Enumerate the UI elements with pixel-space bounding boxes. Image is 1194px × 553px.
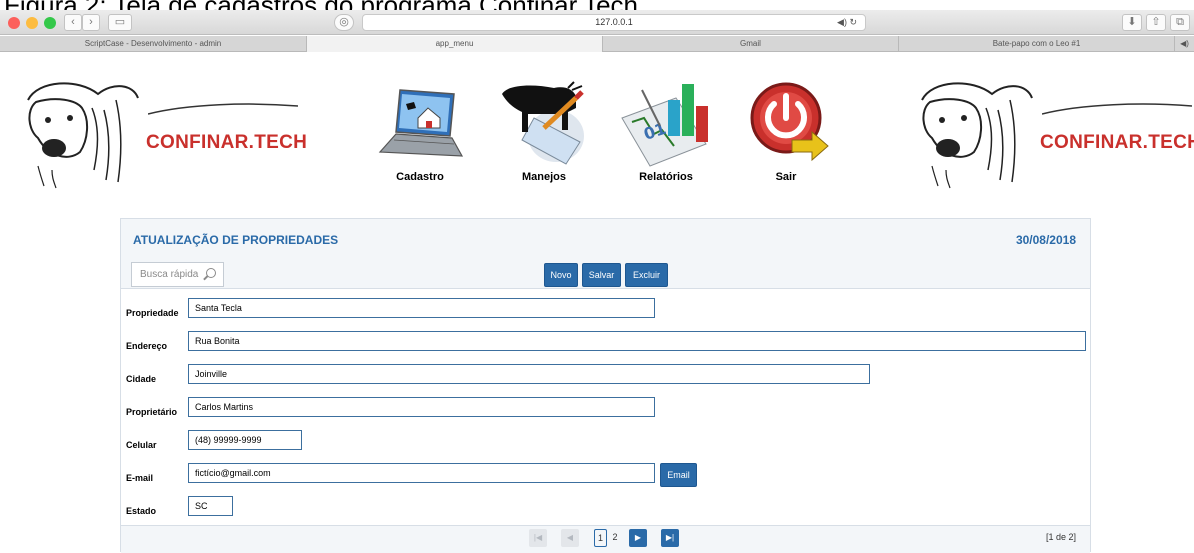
propriedade-field[interactable]: Santa Tecla [188,298,655,318]
share-icon[interactable]: ⇧ [1146,14,1166,31]
proprietario-field[interactable]: Carlos Martins [188,397,655,417]
quick-search-input[interactable]: Busca rápida [131,262,224,287]
tabs-overview-icon[interactable]: ⧉ [1170,14,1190,31]
report-chart-icon: 01 [621,84,708,167]
form-row-email: E-mail fictício@gmail.com Email [121,462,1090,494]
forward-icon[interactable]: › [82,14,100,31]
delete-button[interactable]: Excluir [625,263,668,287]
last-page-icon[interactable]: ▶| [661,529,679,547]
form-row-proprietario: Proprietário Carlos Martins [121,396,1090,428]
form-row-celular: Celular (48) 99999-9999 [121,429,1090,461]
pagination: |◀ ◀ 1 2 ▶ ▶| [1 de 2] [121,525,1090,553]
tab-audio-icon[interactable]: ◀) [1175,36,1194,52]
brand-logo-left: CONFINAR.TECH [18,70,307,190]
bull-logo-icon [921,82,1033,189]
search-icon[interactable] [206,268,216,278]
page-number-current[interactable]: 1 [594,529,607,547]
brand-name: CONFINAR.TECH [1040,132,1194,153]
save-button[interactable]: Salvar [582,263,621,287]
field-label: Propriedade [126,308,179,318]
form-row-propriedade: Propriedade Santa Tecla [121,297,1090,329]
celular-field[interactable]: (48) 99999-9999 [188,430,302,450]
menu-label: Manejos [521,171,566,183]
menu-item-sair[interactable]: Sair [736,78,836,188]
estado-field[interactable]: SC [188,496,233,516]
page-title: ATUALIZAÇÃO DE PROPRIEDADES [133,233,339,247]
tab-bate-papo[interactable]: Bate-papo com o Leo #1 [899,36,1175,52]
menu-label: Cadastro [396,171,444,183]
email-button[interactable]: Email [660,463,697,487]
laptop-house-icon [378,89,464,157]
panel-header: ATUALIZAÇÃO DE PROPRIEDADES 30/08/2018 B… [121,219,1090,289]
power-icon [750,82,829,162]
logo-swoosh [148,103,298,115]
field-label: Proprietário [126,407,178,417]
new-button[interactable]: Novo [544,263,578,287]
site-settings-icon[interactable]: ◎ [334,14,354,31]
menu-label: Relatórios [639,171,693,183]
cow-clipboard-icon [502,81,584,165]
form-row-endereco: Endereço Rua Bonita [121,330,1090,362]
field-label: Cidade [126,374,157,384]
next-page-icon[interactable]: ▶ [629,529,647,547]
reload-icon[interactable]: ◀) ↻ [837,15,857,30]
brand-logo-right: CONFINAR.TECH [912,70,1194,190]
tab-gmail[interactable]: Gmail [603,36,899,52]
bull-logo-icon [27,82,139,189]
sidebar-icon[interactable]: ▭ [108,14,132,31]
field-label: Endereço [126,341,168,351]
properties-form-panel: ATUALIZAÇÃO DE PROPRIEDADES 30/08/2018 B… [120,218,1091,553]
brand-name: CONFINAR.TECH [146,132,308,153]
address-bar[interactable]: 127.0.0.1 ◀) ↻ [362,14,866,31]
endereco-field[interactable]: Rua Bonita [188,331,1086,351]
menu-label: Sair [775,171,797,183]
field-label: Estado [126,506,157,516]
field-label: Celular [126,440,157,450]
header-date: 30/08/2018 [1015,233,1076,247]
tab-scriptcase[interactable]: ScriptCase - Desenvolvimento - admin [0,36,307,52]
cidade-field[interactable]: Joinville [188,364,870,384]
download-icon[interactable]: ⬇ [1122,14,1142,31]
close-window-icon[interactable] [8,17,20,29]
minimize-window-icon[interactable] [26,17,38,29]
menu-item-relatorios[interactable]: 01 Relatórios [616,78,716,188]
page-number[interactable]: 2 [610,529,620,547]
field-label: E-mail [126,473,154,483]
tab-app-menu[interactable]: app_menu [307,36,603,52]
email-field[interactable]: fictício@gmail.com [188,463,655,483]
form-row-estado: Estado SC [121,495,1090,527]
address-text: 127.0.0.1 [595,17,633,27]
maximize-window-icon[interactable] [44,17,56,29]
logo-swoosh [1042,103,1192,115]
first-page-icon[interactable]: |◀ [529,529,547,547]
search-placeholder: Busca rápida [140,269,199,280]
page-info: [1 de 2] [1045,532,1076,542]
browser-tabs: ScriptCase - Desenvolvimento - admin app… [0,36,1194,52]
form-row-cidade: Cidade Joinville [121,363,1090,395]
menu-item-manejos[interactable]: Manejos [494,78,594,188]
back-icon[interactable]: ‹ [64,14,82,31]
previous-page-icon[interactable]: ◀ [561,529,579,547]
browser-toolbar: ‹ › ▭ ◎ 127.0.0.1 ◀) ↻ ⬇ ⇧ ⧉ [0,10,1194,35]
menu-item-cadastro[interactable]: Cadastro [370,78,470,188]
